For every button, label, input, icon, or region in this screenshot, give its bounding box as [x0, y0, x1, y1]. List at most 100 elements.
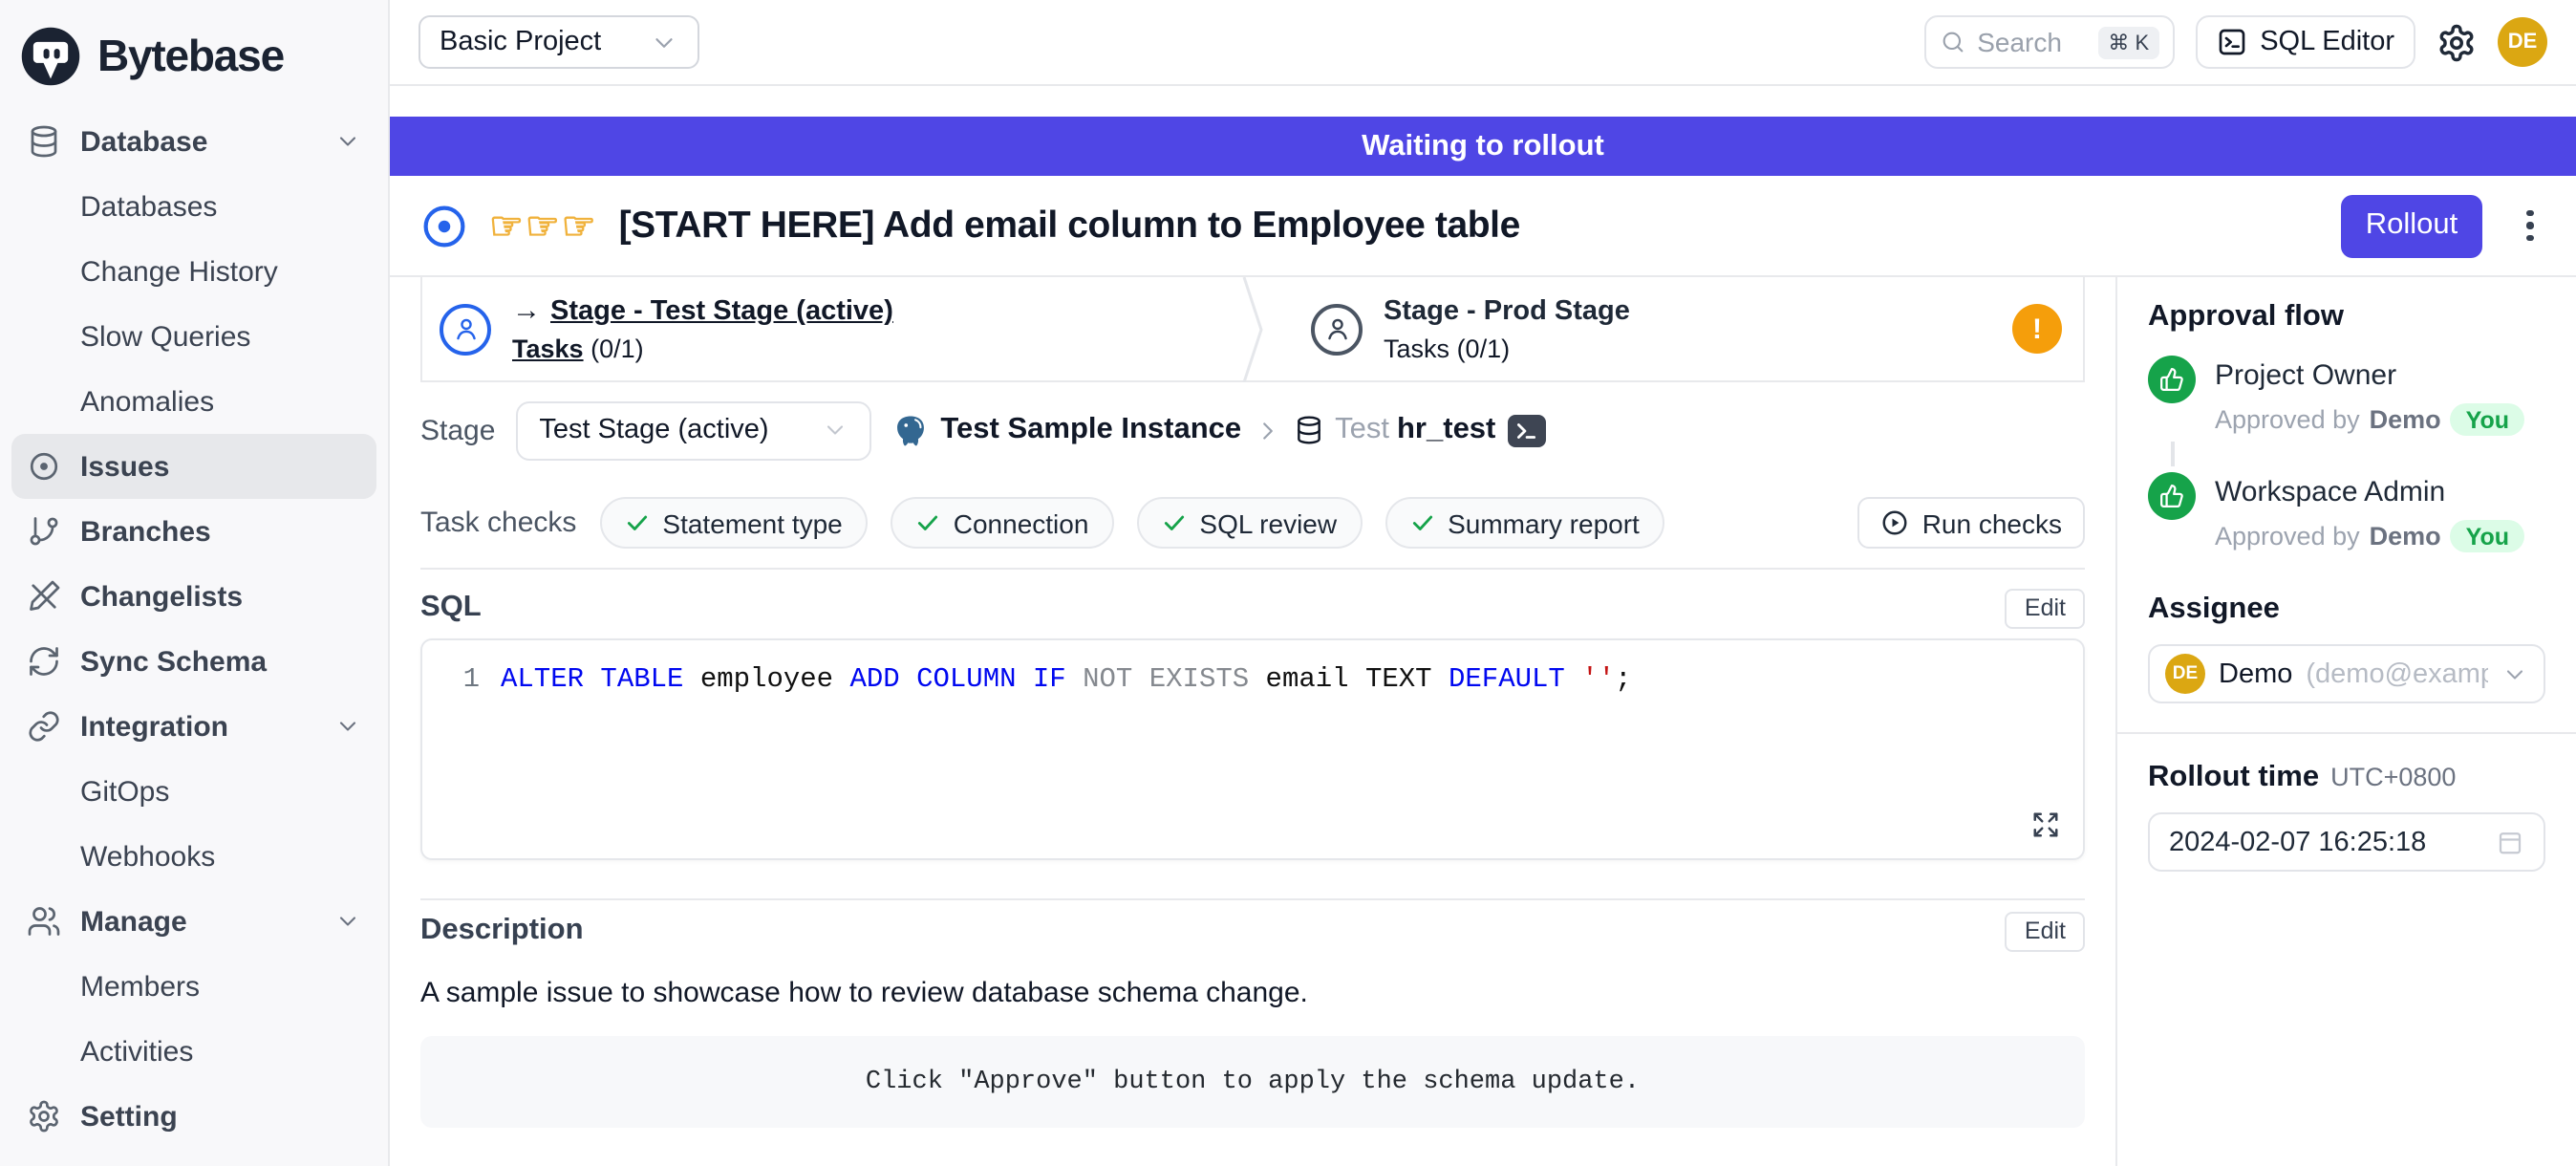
sql-editor-label: SQL Editor — [2260, 27, 2394, 57]
database-link[interactable]: hr_test — [1397, 413, 1495, 447]
issue-title: [START HERE] Add email column to Employe… — [619, 204, 1520, 248]
sidebar-item-sync-schema[interactable]: Sync Schema — [11, 629, 376, 694]
search-icon — [1939, 29, 1965, 55]
check-summary-report[interactable]: Summary report — [1385, 497, 1664, 549]
assignee-email: (demo@example — [2306, 659, 2488, 689]
sidebar-item-activities[interactable]: Activities — [11, 1019, 376, 1084]
sidebar-item-issues[interactable]: Issues — [11, 434, 376, 499]
chevron-right-icon — [1253, 416, 1281, 444]
stage-tasks: Tasks (0/1) — [1384, 334, 1630, 362]
timezone-label: UTC+0800 — [2330, 763, 2456, 791]
rollout-button[interactable]: Rollout — [2341, 194, 2482, 257]
check-icon — [915, 510, 940, 535]
run-checks-button[interactable]: Run checks — [1857, 497, 2085, 549]
sidebar-item-database[interactable]: Database — [11, 109, 376, 174]
link-icon — [27, 709, 61, 744]
changelist-icon — [27, 579, 61, 614]
sidebar-item-label: Manage — [80, 905, 187, 938]
check-icon — [1409, 510, 1434, 535]
sql-editor[interactable]: 1 ALTER TABLE employee ADD COLUMN IF NOT… — [420, 638, 2085, 860]
you-badge: You — [2451, 403, 2524, 436]
sidebar-item-label: Integration — [80, 710, 228, 743]
project-selector[interactable]: Basic Project — [419, 15, 699, 69]
brand-logo[interactable]: Bytebase — [11, 17, 376, 94]
sidebar-item-label: Setting — [80, 1100, 178, 1133]
stage-label: Stage — [420, 414, 495, 446]
check-statement-type[interactable]: Statement type — [599, 497, 867, 549]
status-banner: Waiting to rollout — [390, 117, 2576, 176]
description-code-block: Click "Approve" button to apply the sche… — [420, 1036, 2085, 1128]
search-placeholder: Search — [1977, 27, 2062, 57]
calendar-icon[interactable] — [2496, 828, 2524, 856]
sidebar-item-integration[interactable]: Integration — [11, 694, 376, 759]
section-divider — [420, 898, 2085, 900]
database-icon — [27, 124, 61, 159]
topbar: Basic Project Search ⌘ K SQL Editor DE — [390, 0, 2576, 86]
sql-edit-button[interactable]: Edit — [2006, 588, 2085, 628]
gear-icon — [27, 1099, 61, 1134]
instance-link[interactable]: Test Sample Instance — [940, 413, 1241, 447]
check-connection[interactable]: Connection — [891, 497, 1114, 549]
description-edit-button[interactable]: Edit — [2006, 911, 2085, 951]
sql-heading: SQL — [420, 591, 482, 625]
sql-editor-button[interactable]: SQL Editor — [2195, 15, 2415, 69]
settings-gear-icon[interactable] — [2436, 22, 2477, 62]
stage-pipeline: →Stage - Test Stage (active) Tasks (0/1)… — [420, 277, 2085, 382]
sidebar-item-webhooks[interactable]: Webhooks — [11, 824, 376, 889]
sidebar-item-branches[interactable]: Branches — [11, 499, 376, 564]
status-banner-text: Waiting to rollout — [1362, 129, 1604, 163]
sidebar-item-databases[interactable]: Databases — [11, 174, 376, 239]
issue-side-panel: Approval flow Project Owner Approved byD… — [2115, 277, 2576, 1166]
sidebar-item-anomalies[interactable]: Anomalies — [11, 369, 376, 434]
stage-person-icon — [1311, 303, 1363, 355]
sql-section-header: SQL Edit — [420, 587, 2085, 629]
search-input[interactable]: Search ⌘ K — [1923, 15, 2174, 69]
assignee-name: Demo — [2219, 659, 2292, 689]
sidebar-item-changelists[interactable]: Changelists — [11, 564, 376, 629]
user-avatar[interactable]: DE — [2498, 17, 2547, 67]
sidebar-item-change-history[interactable]: Change History — [11, 239, 376, 304]
users-icon — [27, 904, 61, 939]
description-heading: Description — [420, 914, 584, 948]
sidebar-item-members[interactable]: Members — [11, 954, 376, 1019]
sync-icon — [27, 644, 61, 679]
approval-status: Approved byDemo You — [2215, 403, 2524, 436]
search-shortcut-badge: ⌘ K — [2098, 26, 2158, 58]
stage-test[interactable]: →Stage - Test Stage (active) Tasks (0/1) — [422, 277, 1240, 380]
description-text: A sample issue to showcase how to review… — [420, 977, 2085, 1009]
sidebar-item-label: Issues — [80, 450, 169, 483]
stage-select[interactable]: Test Stage (active) — [516, 400, 871, 460]
task-checks-row: Task checks Statement type Connection SQ… — [420, 478, 2085, 570]
issue-main-column: →Stage - Test Stage (active) Tasks (0/1)… — [390, 277, 2115, 1166]
chevron-down-icon — [334, 908, 361, 935]
sidebar-item-slow-queries[interactable]: Slow Queries — [11, 304, 376, 369]
sidebar-item-label: Slow Queries — [80, 320, 250, 353]
sidebar-item-label: Databases — [80, 190, 217, 223]
check-sql-review[interactable]: SQL review — [1136, 497, 1362, 549]
stage-tasks[interactable]: Tasks (0/1) — [512, 335, 893, 363]
issue-status-icon — [420, 202, 468, 249]
topbar-actions: Search ⌘ K SQL Editor DE — [1923, 15, 2547, 69]
project-selector-value: Basic Project — [440, 27, 601, 57]
stage-prod[interactable]: Stage - Prod Stage Tasks (0/1) — [1294, 277, 1630, 380]
issue-title-row: ☞☞☞ [START HERE] Add email column to Emp… — [390, 176, 2576, 275]
assignee-select[interactable]: DE Demo (demo@example — [2148, 644, 2545, 703]
sidebar-item-manage[interactable]: Manage — [11, 889, 376, 954]
sidebar-item-label: Database — [80, 125, 207, 158]
more-options-kebab-icon[interactable] — [2515, 203, 2545, 249]
stage-name[interactable]: →Stage - Test Stage (active) — [512, 294, 893, 327]
sidebar-item-setting[interactable]: Setting — [11, 1084, 376, 1149]
database-icon — [1293, 415, 1323, 445]
sidebar-item-gitops[interactable]: GitOps — [11, 759, 376, 824]
thumbs-up-icon — [2148, 356, 2196, 403]
approval-flow-heading: Approval flow — [2148, 300, 2545, 335]
assignee-avatar: DE — [2165, 654, 2205, 694]
expand-editor-icon[interactable] — [2031, 810, 2060, 839]
approval-status: Approved byDemo You — [2215, 520, 2524, 552]
panel-divider — [2117, 732, 2576, 734]
open-sql-editor-icon[interactable] — [1507, 414, 1545, 446]
sidebar-item-label: Members — [80, 970, 200, 1003]
rollout-time-input[interactable]: 2024-02-07 16:25:18 — [2148, 812, 2545, 872]
sidebar: Bytebase Database Databases Change Histo… — [0, 0, 390, 1166]
you-badge: You — [2451, 520, 2524, 552]
